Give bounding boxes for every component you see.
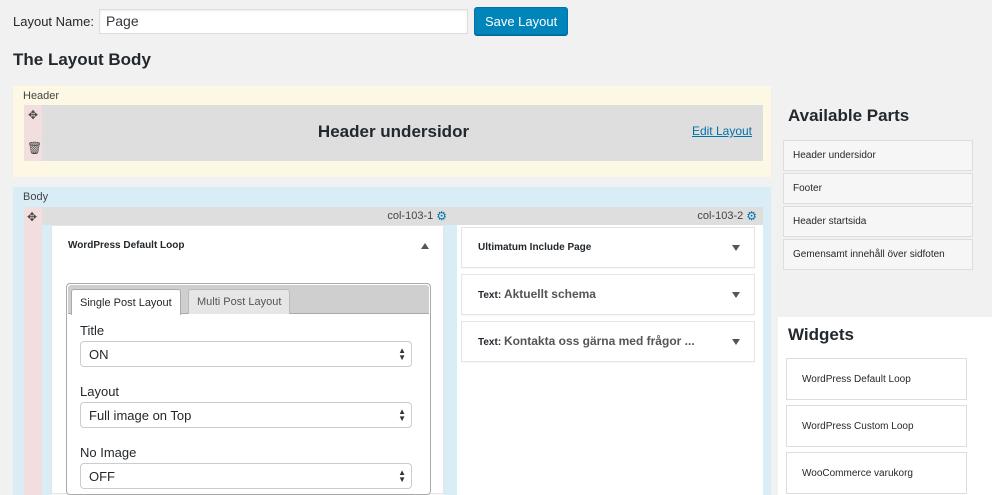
widget-title: Text: Aktuellt schema	[478, 287, 596, 301]
title-field-label: Title	[80, 323, 105, 338]
select-arrows-icon: ▲ ▼	[398, 407, 406, 423]
collapse-arrow-icon[interactable]	[421, 243, 429, 249]
column-1-header: col-103-1 ⚙	[42, 207, 453, 225]
header-section-label: Header	[23, 90, 60, 102]
part-item[interactable]: Gemensamt innehåll över sidfoten	[783, 239, 973, 270]
move-icon[interactable]: ✥	[27, 108, 39, 122]
widget-item[interactable]: WooCommerce varukorg	[786, 452, 967, 494]
settings-tabs: Single Post Layout Multi Post Layout Tit…	[66, 283, 431, 495]
layout-select-value: Full image on Top	[89, 407, 192, 423]
widget-title: Text: Kontakta oss gärna med frågor ...	[478, 334, 695, 348]
header-part: ✥ 🗑 Header undersidor Edit Layout	[24, 105, 763, 161]
gear-icon[interactable]: ⚙	[746, 210, 757, 222]
save-layout-button[interactable]: Save Layout	[473, 7, 569, 35]
widget-prefix: Text:	[478, 290, 502, 301]
part-item[interactable]: Header undersidor	[783, 140, 973, 171]
column-2-area: Ultimatum Include Page Text: Aktuellt sc…	[457, 225, 763, 495]
title-select[interactable]: ON ▲ ▼	[80, 341, 412, 367]
widget-prefix: Text:	[478, 337, 502, 348]
select-arrows-icon: ▲ ▼	[398, 346, 406, 362]
body-row-handle: ✥	[24, 207, 42, 495]
gear-icon[interactable]: ⚙	[436, 210, 447, 222]
widget-item[interactable]: WordPress Custom Loop	[786, 405, 967, 447]
column-1-area: WordPress Default Loop Single Post Layou…	[51, 225, 444, 495]
no-image-select[interactable]: OFF ▲ ▼	[80, 463, 412, 489]
layout-name-label: Layout Name:	[13, 13, 94, 29]
widgets-title: Widgets	[788, 325, 854, 344]
layout-field-label: Layout	[80, 384, 120, 399]
available-parts-title: Available Parts	[788, 106, 910, 125]
trash-icon[interactable]: 🗑	[27, 141, 42, 155]
widget-name: Kontakta oss gärna med frågor ...	[503, 334, 695, 348]
widgets-panel: Widgets WordPress Default Loop WordPress…	[778, 317, 992, 495]
widget-item[interactable]: WordPress Default Loop	[786, 358, 967, 400]
no-image-field-label: No Image	[80, 445, 137, 460]
expand-arrow-icon[interactable]	[732, 292, 740, 298]
part-item[interactable]: Header startsida	[783, 206, 973, 237]
wp-default-loop-widget: WordPress Default Loop Single Post Layou…	[51, 225, 444, 495]
layout-name-row: Layout Name: Save Layout	[13, 7, 569, 35]
text-widget-aktuellt-schema[interactable]: Text: Aktuellt schema	[461, 274, 755, 315]
header-part-title: Header undersidor	[317, 122, 470, 141]
column-1-name: col-103-1	[387, 210, 434, 222]
ultimatum-include-page-widget[interactable]: Ultimatum Include Page	[461, 227, 755, 268]
body-section-label: Body	[23, 191, 49, 203]
layout-name-input[interactable]	[98, 8, 468, 34]
tabs-header: Single Post Layout Multi Post Layout	[68, 285, 429, 315]
edit-layout-link[interactable]: Edit Layout	[692, 124, 752, 138]
part-item[interactable]: Footer	[783, 173, 973, 204]
move-icon[interactable]: ✥	[27, 210, 37, 224]
expand-arrow-icon[interactable]	[732, 339, 740, 345]
page-title: The Layout Body	[13, 50, 151, 69]
title-select-value: ON	[89, 346, 109, 362]
expand-arrow-icon[interactable]	[732, 245, 740, 251]
layout-select[interactable]: Full image on Top ▲ ▼	[80, 402, 412, 428]
no-image-select-value: OFF	[89, 468, 115, 484]
text-widget-kontakta-oss[interactable]: Text: Kontakta oss gärna med frågor ...	[461, 321, 755, 362]
column-2-name: col-103-2	[697, 210, 744, 222]
widget-title: Ultimatum Include Page	[478, 242, 592, 253]
column-2-header: col-103-2 ⚙	[453, 207, 763, 225]
header-section: Header ✥ 🗑 Header undersidor Edit Layout	[13, 86, 771, 177]
body-section: Body ✥ col-103-1 ⚙ WordPress Default Loop…	[13, 187, 771, 495]
tab-multi-post-layout[interactable]: Multi Post Layout	[188, 289, 291, 314]
tab-single-post-layout[interactable]: Single Post Layout	[71, 289, 181, 315]
widget-name: Aktuellt schema	[503, 287, 596, 301]
select-arrows-icon: ▲ ▼	[398, 468, 406, 484]
widget-title: WordPress Default Loop	[68, 240, 185, 251]
